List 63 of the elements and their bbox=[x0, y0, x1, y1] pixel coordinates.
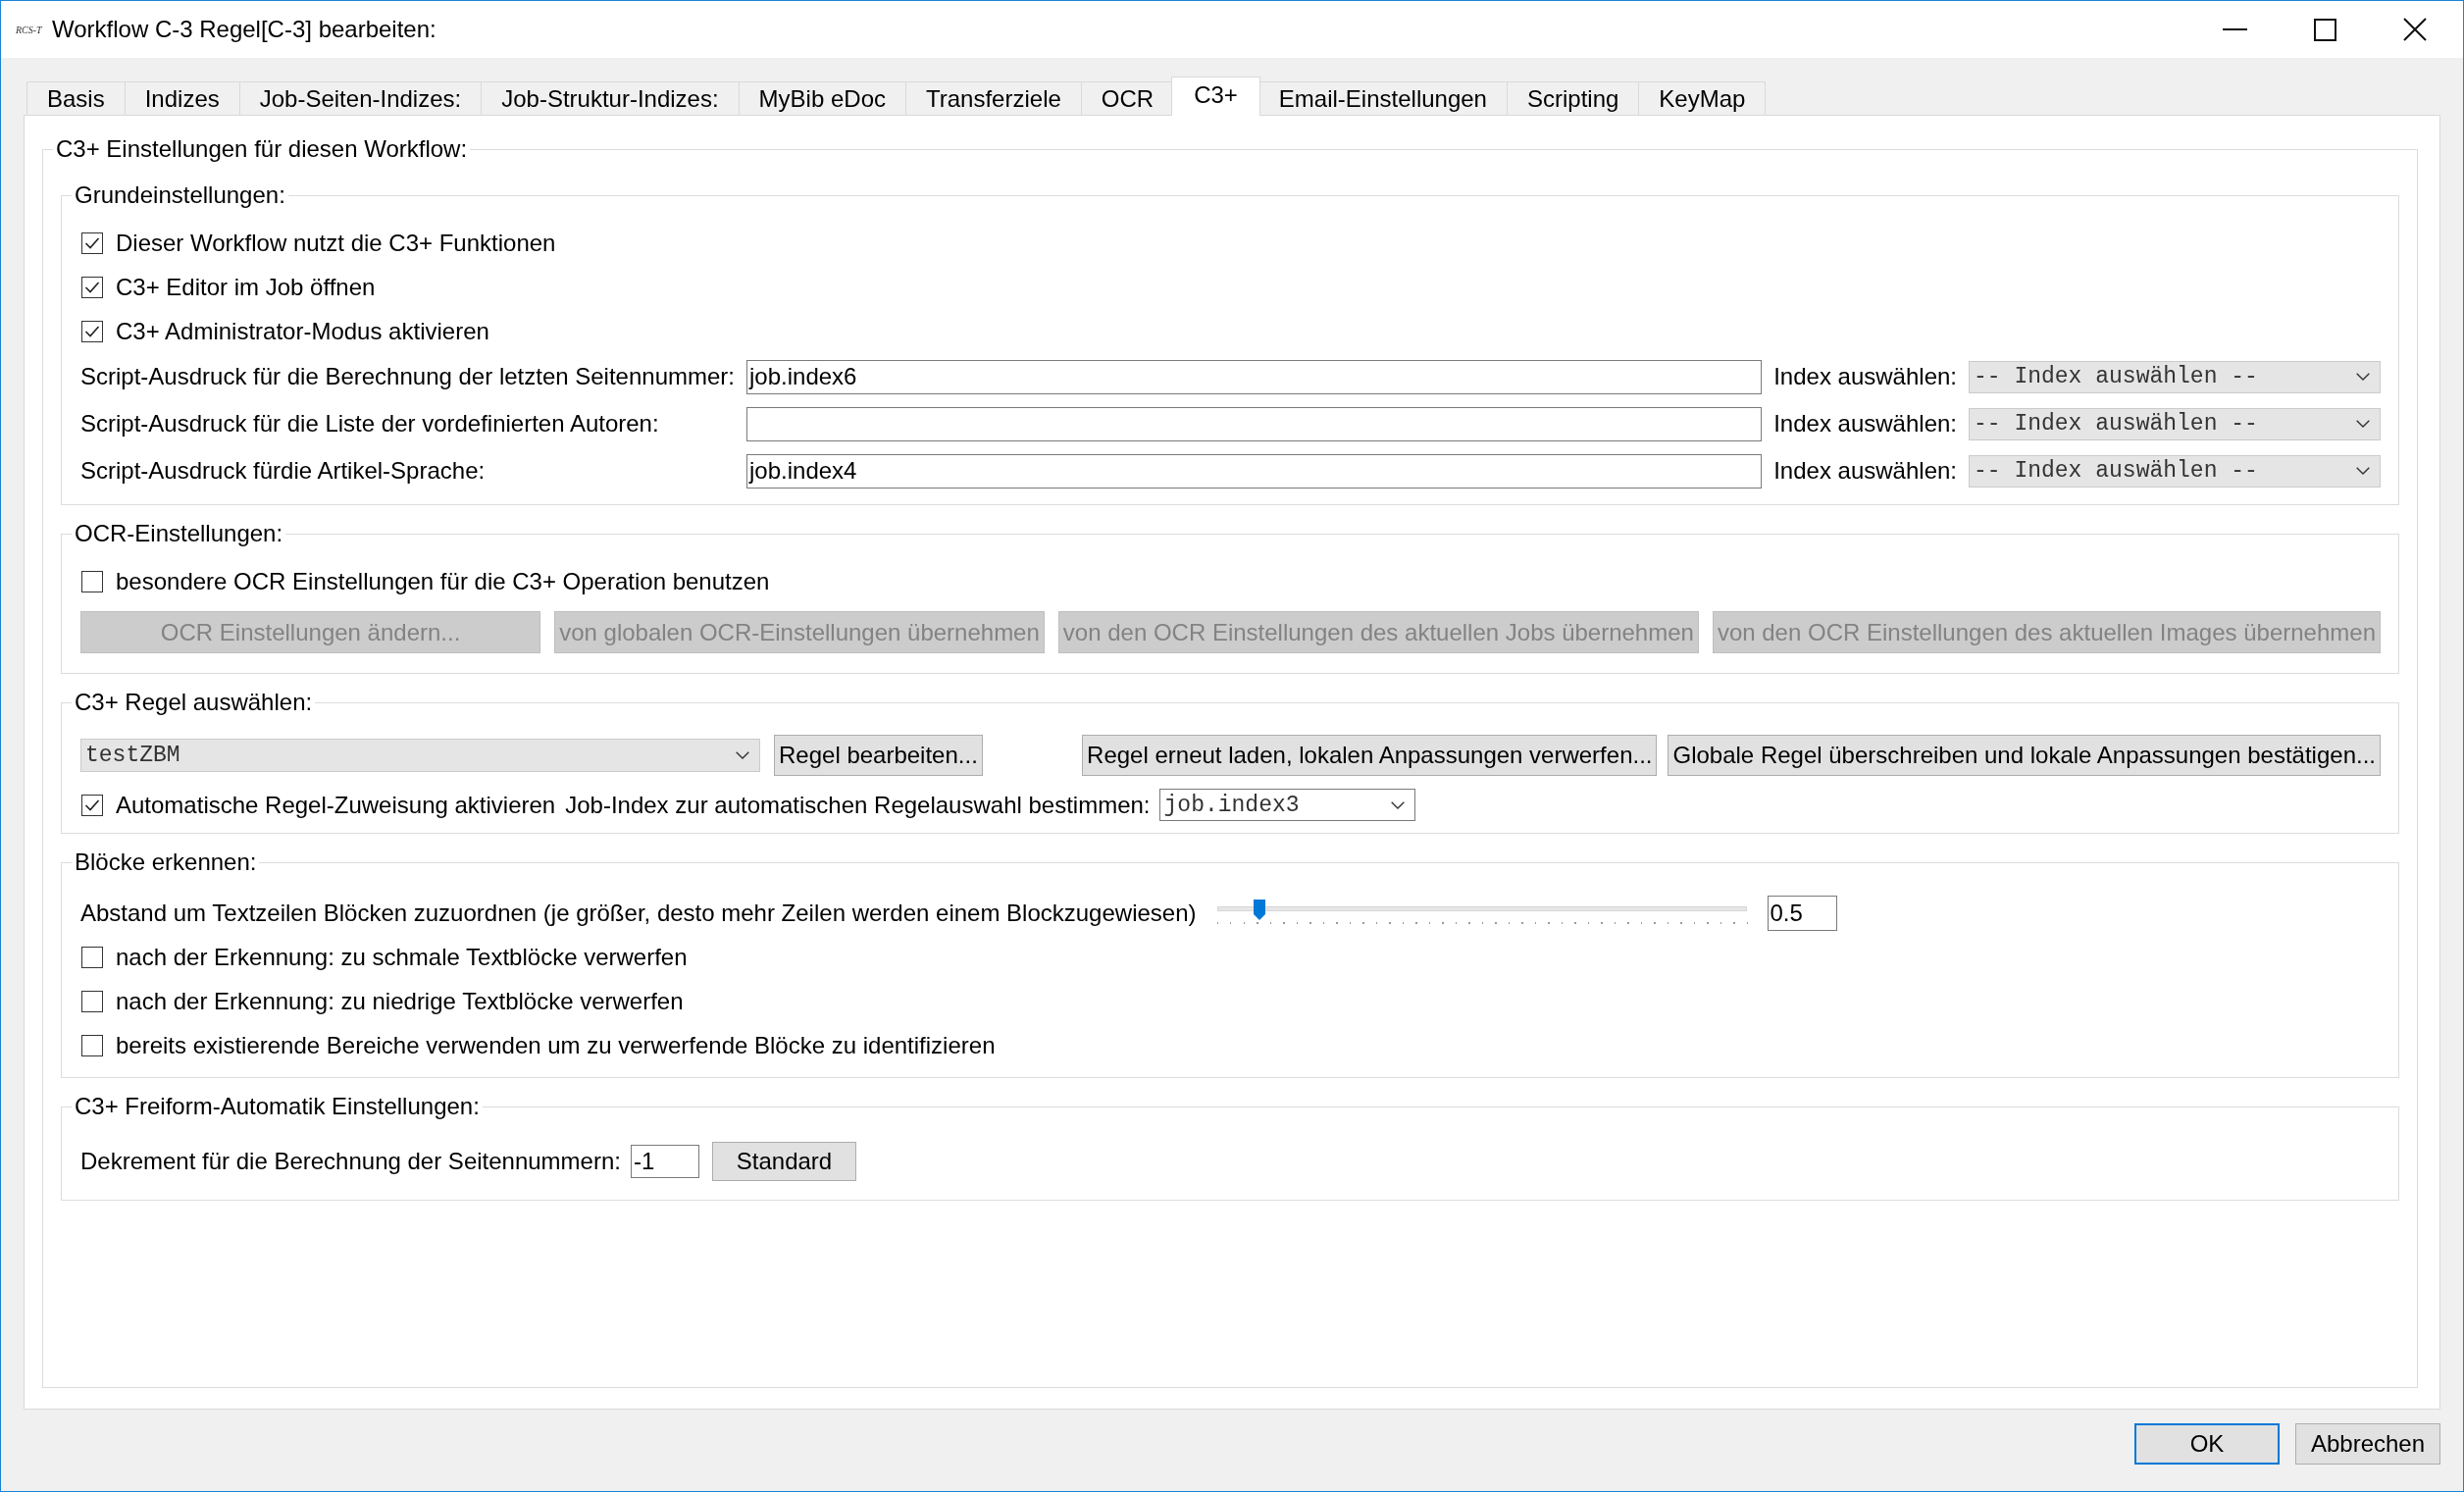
tab[interactable]: MyBib eDoc bbox=[738, 81, 906, 115]
group-title: OCR-Einstellungen: bbox=[74, 521, 284, 546]
group-title: C3+ Freiform-Automatik Einstellungen: bbox=[74, 1094, 481, 1119]
checkbox-label: C3+ Administrator-Modus aktivieren bbox=[116, 317, 489, 345]
group-title: C3+ Einstellungen für diesen Workflow: bbox=[55, 136, 469, 162]
button[interactable]: OK bbox=[2134, 1423, 2280, 1465]
tab[interactable]: Email-Einstellungen bbox=[1258, 81, 1508, 115]
button[interactable]: Regel erneut laden, lokalen Anpassungen verwerfen... bbox=[1082, 735, 1658, 776]
close-icon[interactable] bbox=[2403, 18, 2427, 41]
checkbox-label: besondere OCR Einstellungen für die C3+ Operation benutzen bbox=[116, 567, 770, 595]
value-field[interactable]: 0.5 bbox=[1767, 895, 1837, 931]
index-dropdown[interactable]: -- Index auswählen -- bbox=[1969, 454, 2381, 488]
checkbox[interactable] bbox=[81, 990, 103, 1012]
script-field[interactable] bbox=[746, 406, 1763, 441]
job-index-dropdown[interactable]: job.index3 bbox=[1158, 789, 1415, 821]
field-label: Index auswählen: bbox=[1773, 410, 1957, 437]
index-dropdown[interactable]: -- Index auswählen -- bbox=[1969, 360, 2381, 393]
group-title: C3+ Regel auswählen: bbox=[74, 690, 314, 715]
checkbox-label: bereits existierende Bereiche verwenden um zu verwerfende Blöcke zu identifizieren bbox=[116, 1031, 996, 1059]
group-title: Blöcke erkennen: bbox=[74, 849, 258, 875]
group-title: Grundeinstellungen: bbox=[74, 182, 286, 208]
tab[interactable]: Scripting bbox=[1506, 81, 1640, 115]
checkbox[interactable] bbox=[81, 320, 103, 342]
checkbox-label: Dieser Workflow nutzt die C3+ Funktionen bbox=[116, 229, 556, 257]
checkbox-label: C3+ Editor im Job öffnen bbox=[116, 273, 376, 301]
checkbox[interactable] bbox=[81, 794, 103, 816]
checkbox-label: nach der Erkennung: zu schmale Textblöcke verwerfen bbox=[116, 943, 688, 971]
checkbox[interactable] bbox=[81, 570, 103, 592]
button[interactable]: Regel bearbeiten... bbox=[774, 735, 983, 776]
field-label: Job-Index zur automatischen Regelauswahl bestimmen: bbox=[565, 791, 1151, 819]
index-dropdown[interactable]: -- Index auswählen -- bbox=[1969, 407, 2381, 440]
maximize-icon[interactable] bbox=[2314, 18, 2336, 41]
field-label: Index auswählen: bbox=[1773, 457, 1957, 485]
script-field[interactable]: job.index4 bbox=[746, 453, 1763, 489]
slider-thumb[interactable] bbox=[1253, 899, 1265, 920]
button[interactable]: Globale Regel überschreiben und lokale Anpassungen bestätigen... bbox=[1668, 735, 2381, 776]
checkbox[interactable] bbox=[81, 1034, 103, 1056]
field-label: Script-Ausdruck für die Berechnung der letzten Seitennummer: bbox=[80, 363, 735, 390]
checkbox[interactable] bbox=[81, 276, 103, 298]
tab[interactable]: Basis bbox=[26, 81, 126, 115]
field-label: Script-Ausdruck für die Liste der vordefinierten Autoren: bbox=[80, 410, 660, 437]
number-field[interactable]: -1 bbox=[630, 1144, 699, 1178]
chevron-down-icon bbox=[2356, 373, 2370, 381]
app-logo: RCS-T bbox=[16, 24, 43, 35]
rule-dropdown[interactable]: testZBM bbox=[80, 739, 760, 772]
chevron-down-icon bbox=[1390, 800, 1405, 809]
script-field[interactable]: job.index6 bbox=[746, 359, 1763, 394]
field-label: Dekrement für die Berechnung der Seitennummern: bbox=[80, 1147, 621, 1175]
checkbox-label: Automatische Regel-Zuweisung aktivieren bbox=[116, 791, 556, 819]
field-label: Script-Ausdruck fürdie Artikel-Sprache: bbox=[80, 457, 487, 485]
button[interactable]: Abbrechen bbox=[2295, 1423, 2440, 1465]
chevron-down-icon bbox=[736, 751, 749, 759]
checkbox[interactable] bbox=[81, 946, 103, 968]
window-title: Workflow C-3 Regel[C-3] bearbeiten: bbox=[52, 16, 436, 43]
tab[interactable]: KeyMap bbox=[1638, 81, 1767, 115]
slider-label: Abstand um Textzeilen Blöcken zuzuordnen (je größer, desto mehr Zeilen werden einem Blockzugewiesen) bbox=[80, 899, 1197, 927]
checkbox-label: nach der Erkennung: zu niedrige Textblöcke verwerfen bbox=[116, 987, 684, 1015]
field-label: Index auswählen: bbox=[1773, 363, 1957, 390]
checkbox[interactable] bbox=[81, 232, 103, 254]
tab[interactable]: C3+ bbox=[1171, 77, 1260, 116]
button[interactable]: Standard bbox=[711, 1141, 856, 1181]
chevron-down-icon bbox=[2356, 467, 2370, 475]
chevron-down-icon bbox=[2356, 420, 2370, 428]
